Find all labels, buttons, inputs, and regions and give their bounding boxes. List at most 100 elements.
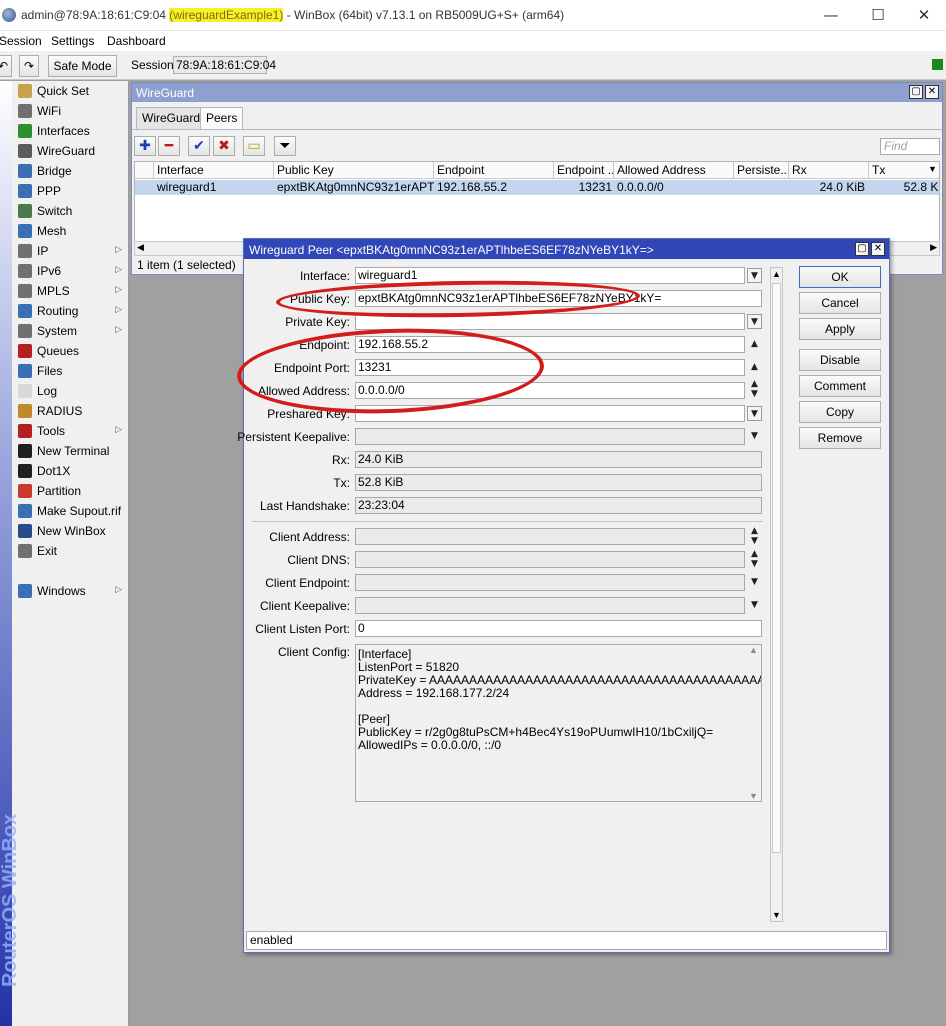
sidebar-item-wifi[interactable]: WiFi [14,101,128,121]
enable-peer-button[interactable]: ✔ [188,136,210,156]
scroll-down-icon[interactable]: ▼ [749,791,758,801]
menu-settings[interactable]: Settings [51,34,94,48]
sidebar-item-tools[interactable]: Tools ▷ [14,421,128,441]
persistent-keepalive-field[interactable] [355,428,745,445]
sidebar-item-system[interactable]: System ▷ [14,321,128,341]
endpoint-field[interactable]: 192.168.55.2 [355,336,745,353]
sidebar-item-queues[interactable]: Queues [14,341,128,361]
menu-session[interactable]: Session [0,34,42,48]
column-header-persistent[interactable]: Persiste... [734,162,789,179]
sidebar-item-routing[interactable]: Routing ▷ [14,301,128,321]
preshared-key-field[interactable] [355,405,745,422]
client-config-scrollbar[interactable]: ▲ ▼ [747,645,761,801]
scroll-down-icon[interactable]: ▼ [772,910,781,920]
client-dns-updown-button[interactable]: ▲ ▼ [747,549,762,569]
column-menu-icon[interactable]: ▼ [928,164,937,174]
client-keepalive-dropdown-button[interactable]: ▼ [747,598,762,613]
scroll-up-icon[interactable]: ▲ [772,269,781,279]
peer-maximize-button[interactable]: ▢ [855,242,869,256]
client-endpoint-dropdown-button[interactable]: ▼ [747,575,762,590]
peer-close-button[interactable]: ✕ [871,242,885,256]
client-keepalive-field[interactable] [355,597,745,614]
safe-mode-button[interactable]: Safe Mode [48,55,117,77]
filter-button[interactable]: ⏷ [274,136,296,156]
disable-peer-button[interactable]: ✖ [213,136,235,156]
client-endpoint-field[interactable] [355,574,745,591]
private-key-field[interactable] [355,313,745,330]
interface-dropdown-button[interactable]: ▼ [747,268,762,283]
endpoint-port-collapse-button[interactable]: ▲ [747,360,762,375]
wireguard-window-titlebar[interactable]: WireGuard ▢ ✕ [132,83,942,102]
peer-dialog-titlebar[interactable]: Wireguard Peer <epxtBKAtg0mnNC93z1erAPTl… [244,239,889,259]
column-header-endpoint-port[interactable]: Endpoint ... [554,162,614,179]
column-header-allowed-address[interactable]: Allowed Address [614,162,734,179]
scroll-right-icon[interactable]: ▶ [930,242,937,253]
sidebar-item-ip[interactable]: IP ▷ [14,241,128,261]
allowed-address-field[interactable]: 0.0.0.0/0 [355,382,745,399]
sidebar-item-mpls[interactable]: MPLS ▷ [14,281,128,301]
sidebar-item-exit[interactable]: Exit [14,541,128,561]
scroll-up-icon[interactable]: ▲ [749,645,758,655]
allowed-address-updown-button[interactable]: ▲ ▼ [747,379,762,399]
sidebar-item-bridge[interactable]: Bridge [14,161,128,181]
client-dns-field[interactable] [355,551,745,568]
find-input[interactable]: Find [880,138,940,155]
minimize-button[interactable]: — [811,4,851,26]
sidebar-item-ppp[interactable]: PPP [14,181,128,201]
persistent-keepalive-dropdown-button[interactable]: ▼ [747,429,762,444]
sidebar-item-make-supout-rif[interactable]: Make Supout.rif [14,501,128,521]
sidebar-item-radius[interactable]: RADIUS [14,401,128,421]
dialog-vertical-scrollbar[interactable]: ▲ ▼ [770,267,783,922]
sidebar-item-quick-set[interactable]: Quick Set [14,81,128,101]
tab-wireguard[interactable]: WireGuard [136,107,207,129]
maximize-button[interactable]: ☐ [858,4,898,26]
sidebar-item-partition[interactable]: Partition [14,481,128,501]
preshared-key-dropdown-button[interactable]: ▼ [747,406,762,421]
endpoint-collapse-button[interactable]: ▲ [747,337,762,352]
column-header-public-key[interactable]: Public Key [274,162,434,179]
client-listen-port-field[interactable]: 0 [355,620,762,637]
sidebar-item-wireguard[interactable]: WireGuard [14,141,128,161]
client-address-updown-button[interactable]: ▲ ▼ [747,526,762,546]
client-address-field[interactable] [355,528,745,545]
log-icon [18,384,32,398]
menu-dashboard[interactable]: Dashboard [107,34,166,48]
interface-select[interactable]: wireguard1 [355,267,745,284]
undo-button[interactable]: ↶ [0,55,12,77]
wg-maximize-button[interactable]: ▢ [909,85,923,99]
private-key-dropdown-button[interactable]: ▼ [747,314,762,329]
apply-button[interactable]: Apply [799,318,881,340]
cancel-button[interactable]: Cancel [799,292,881,314]
wg-close-button[interactable]: ✕ [925,85,939,99]
close-button[interactable]: ✕ [904,4,944,26]
sidebar-item-new-winbox[interactable]: New WinBox [14,521,128,541]
column-header-rx[interactable]: Rx [789,162,869,179]
column-header-interface[interactable]: Interface [154,162,274,179]
add-peer-button[interactable]: ✚ [134,136,156,156]
public-key-field[interactable]: epxtBKAtg0mnNC93z1erAPTlhbeES6EF78zNYeBY… [355,290,762,307]
disable-button[interactable]: Disable [799,349,881,371]
sidebar-item-ipv6[interactable]: IPv6 ▷ [14,261,128,281]
scroll-left-icon[interactable]: ◀ [137,242,144,253]
sidebar-item-log[interactable]: Log [14,381,128,401]
sidebar-item-windows[interactable]: Windows ▷ [14,581,128,601]
session-field[interactable]: 78:9A:18:61:C9:04 [173,56,276,74]
remove-button[interactable]: Remove [799,427,881,449]
column-header-endpoint[interactable]: Endpoint [434,162,554,179]
tab-peers[interactable]: Peers [200,107,244,130]
sidebar-item-files[interactable]: Files [14,361,128,381]
sidebar-item-mesh[interactable]: Mesh [14,221,128,241]
ok-button[interactable]: OK [799,266,881,288]
endpoint-port-field[interactable]: 13231 [355,359,745,376]
comment-button[interactable]: Comment [799,375,881,397]
copy-button[interactable]: Copy [799,401,881,423]
remove-peer-button[interactable]: ━ [158,136,180,156]
sidebar-item-new-terminal[interactable]: New Terminal [14,441,128,461]
redo-button[interactable]: ↷ [19,55,39,77]
sidebar-item-switch[interactable]: Switch [14,201,128,221]
client-config-textarea[interactable]: [Interface] ListenPort = 51820 PrivateKe… [355,644,762,802]
sidebar-item-interfaces[interactable]: Interfaces [14,121,128,141]
scroll-thumb[interactable] [772,283,781,853]
comment-peer-button[interactable]: ▭ [243,136,265,156]
sidebar-item-dot1x[interactable]: Dot1X [14,461,128,481]
